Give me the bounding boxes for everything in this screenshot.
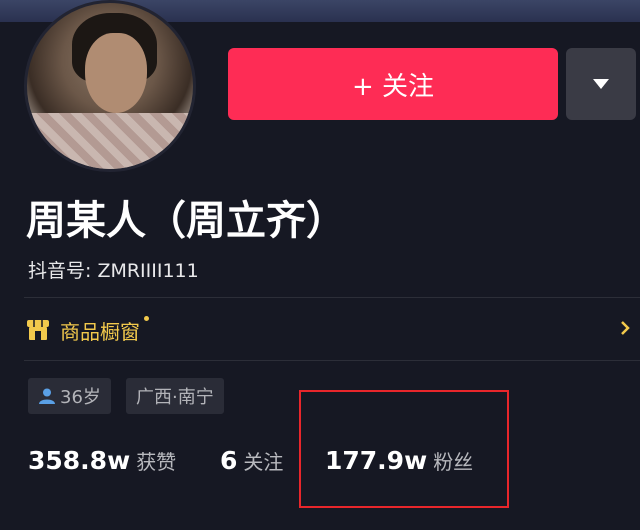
likes-count: 358.8w [28,446,131,475]
more-options-button[interactable] [566,48,636,120]
follow-button[interactable]: + 关注 [228,48,558,120]
douyin-id: 抖音号: ZMRIIII111 [28,260,199,282]
following-label: 关注 [243,450,284,474]
age-tag-text: 36岁 [60,387,101,408]
avatar-shirt [27,113,193,169]
caret-down-icon [593,79,609,89]
follow-button-label: + 关注 [351,71,435,102]
location-tag: 广西·南宁 [126,378,224,414]
showcase-label-text: 商品橱窗 [60,319,140,344]
location-tag-text: 广西·南宁 [136,387,214,408]
annotation-highlight-box [299,390,509,508]
avatar-face [85,33,147,113]
avatar[interactable] [24,0,196,172]
profile-name: 周某人（周立齐） [26,198,346,244]
divider [24,297,640,298]
product-showcase-row[interactable]: 商品橱窗 [26,310,636,350]
person-icon [39,388,55,404]
shop-icon [27,320,49,340]
following-stat[interactable]: 6 关注 [220,446,283,475]
chevron-right-icon [621,321,630,335]
divider [24,360,640,361]
likes-stat: 358.8w 获赞 [28,446,176,475]
age-tag: 36岁 [28,378,111,414]
new-dot-badge [144,315,149,321]
likes-label: 获赞 [136,450,177,474]
following-count: 6 [220,446,238,475]
showcase-label: 商品橱窗 [60,315,149,345]
